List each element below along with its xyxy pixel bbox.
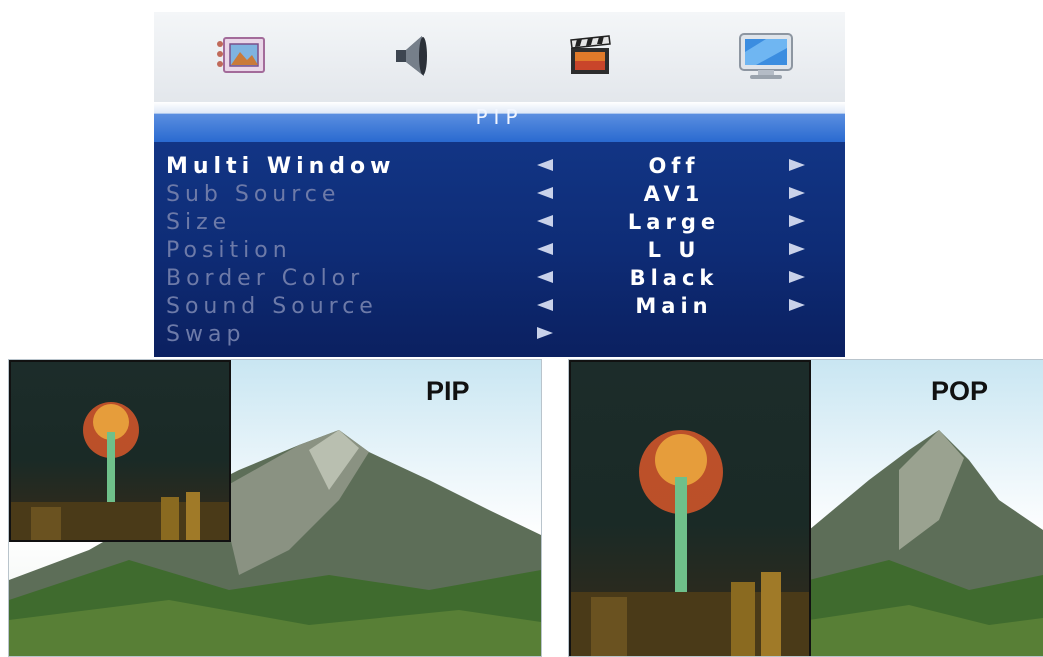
pop-sub-window — [569, 360, 811, 656]
menu-row-label: Sound Source — [166, 294, 378, 319]
menu-body: Multi Window Off Sub Source AV1 Size Lar… — [154, 142, 845, 357]
menu-title: PIP — [475, 105, 524, 129]
menu-row-value: AV1 — [643, 182, 705, 206]
fireworks-city-illustration — [571, 430, 809, 656]
menu-row-size[interactable]: Size Large — [154, 210, 845, 238]
menu-row-label: Multi Window — [166, 154, 396, 179]
monitor-icon[interactable] — [736, 30, 796, 82]
sound-icon[interactable] — [380, 30, 440, 82]
menu-row-value: L U — [647, 238, 701, 262]
menu-row-label: Size — [166, 210, 232, 235]
osd-menu: PIP Multi Window Off Sub Source AV1 Size… — [154, 12, 845, 357]
menu-row-value: Large — [627, 210, 721, 234]
arrow-right-icon[interactable] — [789, 215, 805, 227]
menu-row-label: Swap — [166, 322, 246, 347]
menu-row-multi-window[interactable]: Multi Window Off — [154, 154, 845, 182]
movie-clapper-icon[interactable] — [559, 30, 619, 82]
pop-label: POP — [931, 376, 989, 406]
arrow-right-icon[interactable] — [789, 271, 805, 283]
pip-example-image: PIP — [8, 359, 542, 657]
menu-row-value: Off — [648, 154, 700, 178]
pip-label: PIP — [426, 376, 470, 406]
arrow-right-icon[interactable] — [789, 159, 805, 171]
menu-row-value: Black — [629, 266, 719, 290]
arrow-left-icon[interactable] — [537, 299, 553, 311]
menu-row-label: Sub Source — [166, 182, 341, 207]
menu-row-border-color[interactable]: Border Color Black — [154, 266, 845, 294]
menu-row-label: Position — [166, 238, 292, 263]
pip-sub-window — [9, 360, 231, 542]
picture-icon[interactable] — [214, 30, 274, 82]
arrow-left-icon[interactable] — [537, 187, 553, 199]
arrow-left-icon[interactable] — [537, 271, 553, 283]
pop-example-image: POP — [568, 359, 1043, 657]
arrow-left-icon[interactable] — [537, 215, 553, 227]
arrow-left-icon[interactable] — [537, 243, 553, 255]
fireworks-city-illustration — [11, 402, 229, 540]
menu-row-swap[interactable]: Swap — [154, 322, 845, 350]
menu-category-bar — [154, 12, 845, 102]
menu-row-value: Main — [635, 294, 713, 318]
menu-row-label: Border Color — [166, 266, 365, 291]
menu-row-sound-source[interactable]: Sound Source Main — [154, 294, 845, 322]
arrow-left-icon[interactable] — [537, 159, 553, 171]
arrow-right-icon[interactable] — [789, 243, 805, 255]
menu-row-position[interactable]: Position L U — [154, 238, 845, 266]
arrow-right-icon[interactable] — [789, 187, 805, 199]
arrow-right-icon[interactable] — [789, 299, 805, 311]
menu-row-sub-source[interactable]: Sub Source AV1 — [154, 182, 845, 210]
enter-arrow-icon[interactable] — [537, 327, 553, 339]
